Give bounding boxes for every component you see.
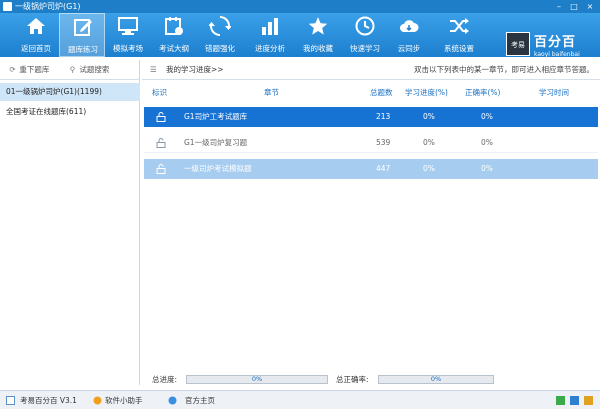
settings-label: 系统设置 — [444, 44, 474, 53]
unlock-icon — [156, 112, 166, 122]
tray-settings-icon[interactable] — [570, 396, 579, 405]
brand-name: 百分百 — [534, 35, 577, 50]
breadcrumb-bar: ☰ 我的学习进度>> 双击以下列表中的某一章节，即可进入相应章节答题。 — [142, 60, 600, 80]
question-search-label: 试题搜索 — [79, 65, 110, 74]
col-time: 学习时间 — [539, 88, 569, 97]
unlock-icon — [156, 138, 166, 148]
row-accuracy: 0% — [481, 138, 493, 147]
table-row[interactable]: 一级司炉考试模拟题 447 0% 0% — [144, 159, 598, 179]
question-bank-label: 题库练习 — [68, 45, 98, 54]
homepage-link[interactable]: 官方主页 — [185, 391, 215, 409]
edit-icon — [74, 19, 92, 36]
syllabus-label: 考试大纲 — [159, 44, 189, 53]
row-total: 539 — [376, 138, 391, 147]
total-progress-label: 总进度: — [152, 375, 178, 384]
progress-analysis-label: 进度分析 — [255, 44, 285, 53]
title-bar: 一级锅炉司炉(G1) – □ × — [0, 0, 600, 13]
row-total: 213 — [376, 112, 391, 121]
refresh-icon: ⟳ — [9, 65, 16, 74]
progress-analysis-button[interactable]: 进度分析 — [247, 13, 293, 57]
brand-subtitle: kaoyi baifenbai — [534, 51, 580, 58]
star-icon — [308, 17, 328, 35]
sidebar: ⟳ 重下题库 ⚲ 试题搜索 01一级锅炉司炉(G1)(1199) 全国考证在线题… — [0, 60, 140, 385]
calendar-icon — [165, 17, 183, 35]
syllabus-button[interactable]: 考试大纲 — [151, 13, 197, 57]
search-icon: ⚲ — [69, 65, 76, 74]
minimize-icon[interactable]: – — [553, 1, 565, 12]
sidebar-item-g1[interactable]: 01一级锅炉司炉(G1)(1199) — [0, 83, 140, 101]
maximize-icon[interactable]: □ — [568, 1, 580, 12]
brand-box: 考易 — [506, 32, 530, 56]
row-accuracy: 0% — [481, 164, 493, 173]
row-chapter: G1司炉工考试题库 — [184, 112, 248, 121]
home-icon — [27, 18, 45, 34]
breadcrumb: 我的学习进度>> — [166, 65, 224, 74]
row-progress: 0% — [423, 138, 435, 147]
total-accuracy-label: 总正确率: — [336, 375, 369, 384]
total-progress-bar: 0% — [186, 375, 328, 384]
mistakes-button[interactable]: 错题强化 — [197, 13, 243, 57]
unlock-icon — [156, 164, 166, 174]
cloud-sync-button[interactable]: 云同步 — [386, 13, 432, 57]
helper-link[interactable]: 软件小助手 — [105, 391, 143, 409]
question-bank-button[interactable]: 题库练习 — [59, 13, 105, 57]
col-accuracy: 正确率(%) — [465, 88, 501, 97]
question-search-button[interactable]: ⚲ 试题搜索 — [68, 64, 110, 76]
quick-study-label: 快速学习 — [350, 44, 380, 53]
tray-check-icon[interactable] — [556, 396, 565, 405]
col-flag: 标识 — [152, 88, 167, 97]
mock-exam-label: 模拟考场 — [113, 44, 143, 53]
close-icon[interactable]: × — [584, 1, 596, 12]
cloud-sync-label: 云同步 — [397, 44, 421, 53]
col-chapter: 章节 — [264, 88, 279, 97]
main-toolbar: 返回首页 题库练习 模拟考场 考试大纲 错题强化 进度分析 我的收藏 快速学习 … — [0, 13, 600, 58]
window-title: 一级锅炉司炉(G1) — [15, 2, 81, 11]
home-label: 返回首页 — [21, 44, 51, 53]
table-header: 标识 章节 总题数 学习进度(%) 正确率(%) 学习时间 — [142, 85, 600, 101]
progress-summary: 总进度: 0% 总正确率: 0% — [142, 372, 600, 386]
total-accuracy-value: 0% — [430, 375, 442, 383]
homepage-icon — [168, 396, 177, 405]
main-panel: ☰ 我的学习进度>> 双击以下列表中的某一章节，即可进入相应章节答题。 标识 章… — [142, 60, 600, 385]
quick-study-button[interactable]: 快速学习 — [342, 13, 388, 57]
col-total: 总题数 — [370, 88, 393, 97]
favorites-button[interactable]: 我的收藏 — [295, 13, 341, 57]
redownload-bank-label: 重下题库 — [19, 65, 50, 74]
settings-button[interactable]: 系统设置 — [436, 13, 482, 57]
row-progress: 0% — [423, 112, 435, 121]
app-icon — [3, 2, 12, 11]
mock-exam-button[interactable]: 模拟考场 — [105, 13, 151, 57]
breadcrumb-icon: ☰ — [150, 65, 157, 74]
redownload-bank-button[interactable]: ⟳ 重下题库 — [8, 64, 49, 76]
home-button[interactable]: 返回首页 — [13, 13, 59, 57]
row-progress: 0% — [423, 164, 435, 173]
status-bar: 考易百分百 V3.1 软件小助手 官方主页 — [0, 390, 600, 409]
row-chapter: G1一级司炉复习题 — [184, 138, 248, 147]
col-progress: 学习进度(%) — [405, 88, 448, 97]
cloud-icon — [400, 20, 419, 32]
sidebar-item-online-bank[interactable]: 全国考证在线题库(611) — [0, 103, 140, 121]
app-logo-icon — [6, 396, 15, 405]
mistakes-label: 错题强化 — [205, 44, 235, 53]
row-chapter: 一级司炉考试模拟题 — [184, 164, 252, 173]
table-row[interactable]: G1一级司炉复习题 539 0% 0% — [144, 133, 598, 153]
helper-icon — [93, 396, 102, 405]
monitor-icon — [118, 17, 138, 35]
app-version: 考易百分百 V3.1 — [20, 396, 77, 405]
table-row[interactable]: G1司炉工考试题库 213 0% 0% — [144, 107, 598, 127]
bar-chart-icon — [262, 18, 278, 35]
refresh-icon — [209, 16, 231, 36]
tray-info-icon[interactable] — [584, 396, 593, 405]
favorites-label: 我的收藏 — [303, 44, 333, 53]
shuffle-icon — [450, 18, 469, 34]
sidebar-tabs: ⟳ 重下题库 ⚲ 试题搜索 — [0, 60, 140, 80]
clock-icon — [355, 16, 375, 36]
row-accuracy: 0% — [481, 112, 493, 121]
total-accuracy-bar: 0% — [378, 375, 494, 384]
row-total: 447 — [376, 164, 391, 173]
total-progress-value: 0% — [251, 375, 263, 383]
hint-text: 双击以下列表中的某一章节，即可进入相应章节答题。 — [414, 65, 594, 74]
